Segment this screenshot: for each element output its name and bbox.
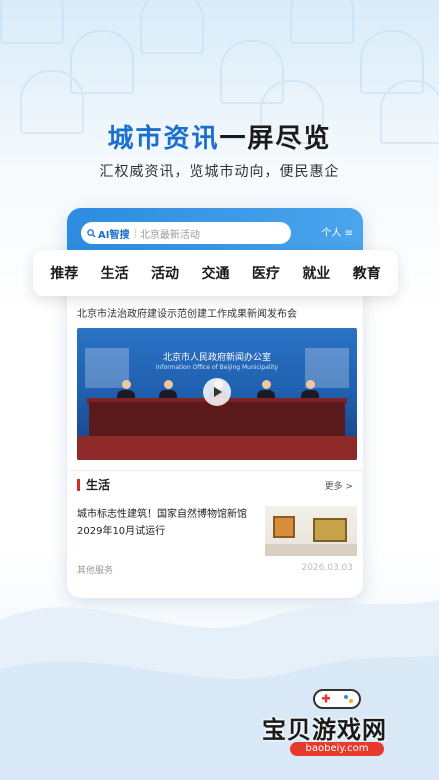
search-separator: | bbox=[133, 227, 137, 239]
promo-subheadline: 汇权威资讯，览城市动向，便民惠企 bbox=[99, 164, 340, 180]
gallery-floor bbox=[265, 544, 357, 556]
tab-life[interactable]: 生活 bbox=[101, 263, 129, 283]
section-bar bbox=[77, 478, 80, 491]
section-title: 生活 bbox=[77, 476, 110, 493]
search-bar[interactable]: AI智搜 | 北京最新活动 bbox=[81, 222, 291, 244]
tab-education[interactable]: 教育 bbox=[353, 263, 381, 283]
tab-medical[interactable]: 医疗 bbox=[252, 263, 280, 283]
painting bbox=[313, 518, 347, 542]
tab-events[interactable]: 活动 bbox=[151, 263, 179, 283]
list-item-title[interactable]: 城市标志性建筑！国家自然博物馆新馆2029年10月试运行 bbox=[77, 506, 257, 540]
promo-headline: 城市资讯一屏尽览 bbox=[0, 118, 439, 155]
personal-label: 个人 bbox=[321, 228, 342, 239]
painting bbox=[273, 516, 295, 538]
headline-part2: 一屏尽览 bbox=[219, 124, 332, 154]
headline-part1: 城市资讯 bbox=[107, 124, 220, 154]
ai-search-label[interactable]: AI智搜 bbox=[87, 226, 129, 241]
tab-jobs[interactable]: 就业 bbox=[302, 263, 330, 283]
personal-button[interactable]: 个人 ≡ bbox=[321, 224, 353, 239]
photo-banner-cn: 北京市人民政府新闻办公室 bbox=[162, 353, 271, 363]
tab-traffic[interactable]: 交通 bbox=[201, 263, 229, 283]
section-divider bbox=[67, 470, 363, 471]
podium-table bbox=[89, 402, 345, 438]
more-link[interactable]: 更多 > bbox=[325, 479, 353, 492]
watermark-name: 宝贝游戏网 bbox=[262, 716, 387, 744]
play-button[interactable] bbox=[203, 378, 231, 406]
gamepad-icon bbox=[313, 689, 361, 709]
ai-search-text: AI智搜 bbox=[98, 229, 130, 241]
photo-banner-en: Information Office of Beijing Municipali… bbox=[155, 364, 279, 371]
carpet bbox=[77, 436, 357, 460]
news-video-thumbnail[interactable]: 北京市人民政府新闻办公室 Information Office of Beiji… bbox=[77, 328, 357, 460]
tab-recommend[interactable]: 推荐 bbox=[50, 263, 78, 283]
watermark-url: baobeiy.com bbox=[290, 742, 384, 756]
news-headline[interactable]: 北京市法治政府建设示范创建工作成果新闻发布会 bbox=[77, 305, 297, 320]
menu-icon: ≡ bbox=[344, 228, 353, 239]
list-item-thumbnail[interactable] bbox=[265, 506, 357, 556]
play-icon bbox=[214, 387, 222, 397]
section-title-text: 生活 bbox=[86, 478, 111, 492]
search-placeholder: 北京最新活动 bbox=[139, 229, 200, 241]
watermark-logo: 宝贝游戏网 baobeiy.com bbox=[258, 684, 426, 764]
search-icon bbox=[87, 228, 96, 238]
category-tabs: 推荐 生活 活动 交通 医疗 就业 教育 bbox=[33, 250, 398, 296]
